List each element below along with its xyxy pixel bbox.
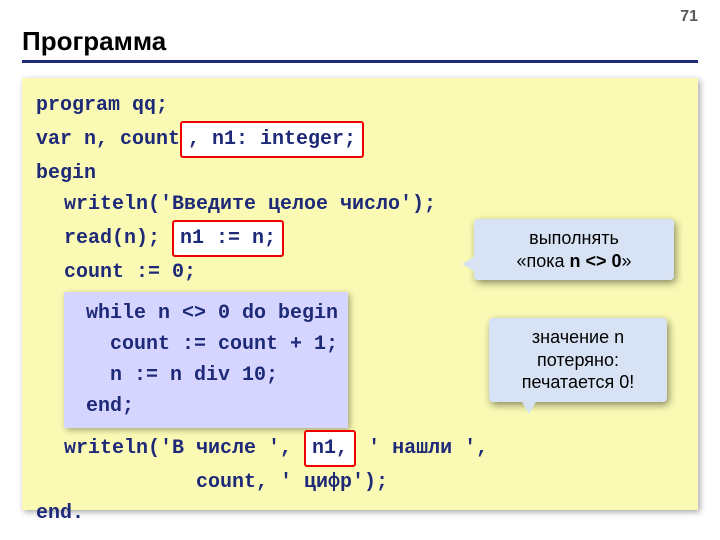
code-line: writeln('Введите целое число'); [36,189,684,220]
page-number: 71 [680,8,698,26]
highlight-n1-assign: n1 := n; [172,220,284,257]
code-text: writeln('В числе ', [64,437,304,460]
code-text: var n, count [36,128,180,151]
callout-while-condition: выполнять «пока n <> 0» [474,219,674,280]
callout-text: значение n [532,327,624,347]
code-text: ' нашли ', [356,437,488,460]
callout-text: » [622,251,632,271]
callout-bold: n <> 0 [570,251,622,271]
code-text: read(n); [64,227,172,250]
highlight-n1-declaration: , n1: integer; [180,121,364,158]
callout-text: потеряно: [537,350,619,370]
code-line: program qq; [36,90,684,121]
while-loop-block: while n <> 0 do begin count := count + 1… [64,292,348,428]
code-line: count, ' цифр'); [36,467,684,498]
code-line: var n, count, n1: integer; [36,121,684,158]
title-rule [22,60,698,63]
callout-text: выполнять [529,228,619,248]
callout-value-lost: значение n потеряно: печатается 0! [489,318,667,402]
callout-text: печатается 0! [522,372,634,392]
code-line: begin [36,158,684,189]
code-line: writeln('В числе ', n1, ' нашли ', [36,430,684,467]
code-line: end. [36,498,684,529]
code-block: program qq; var n, count, n1: integer; b… [22,78,698,510]
slide-title: Программа [22,26,166,57]
callout-text: «пока [516,251,569,271]
highlight-n1-output: n1, [304,430,356,467]
